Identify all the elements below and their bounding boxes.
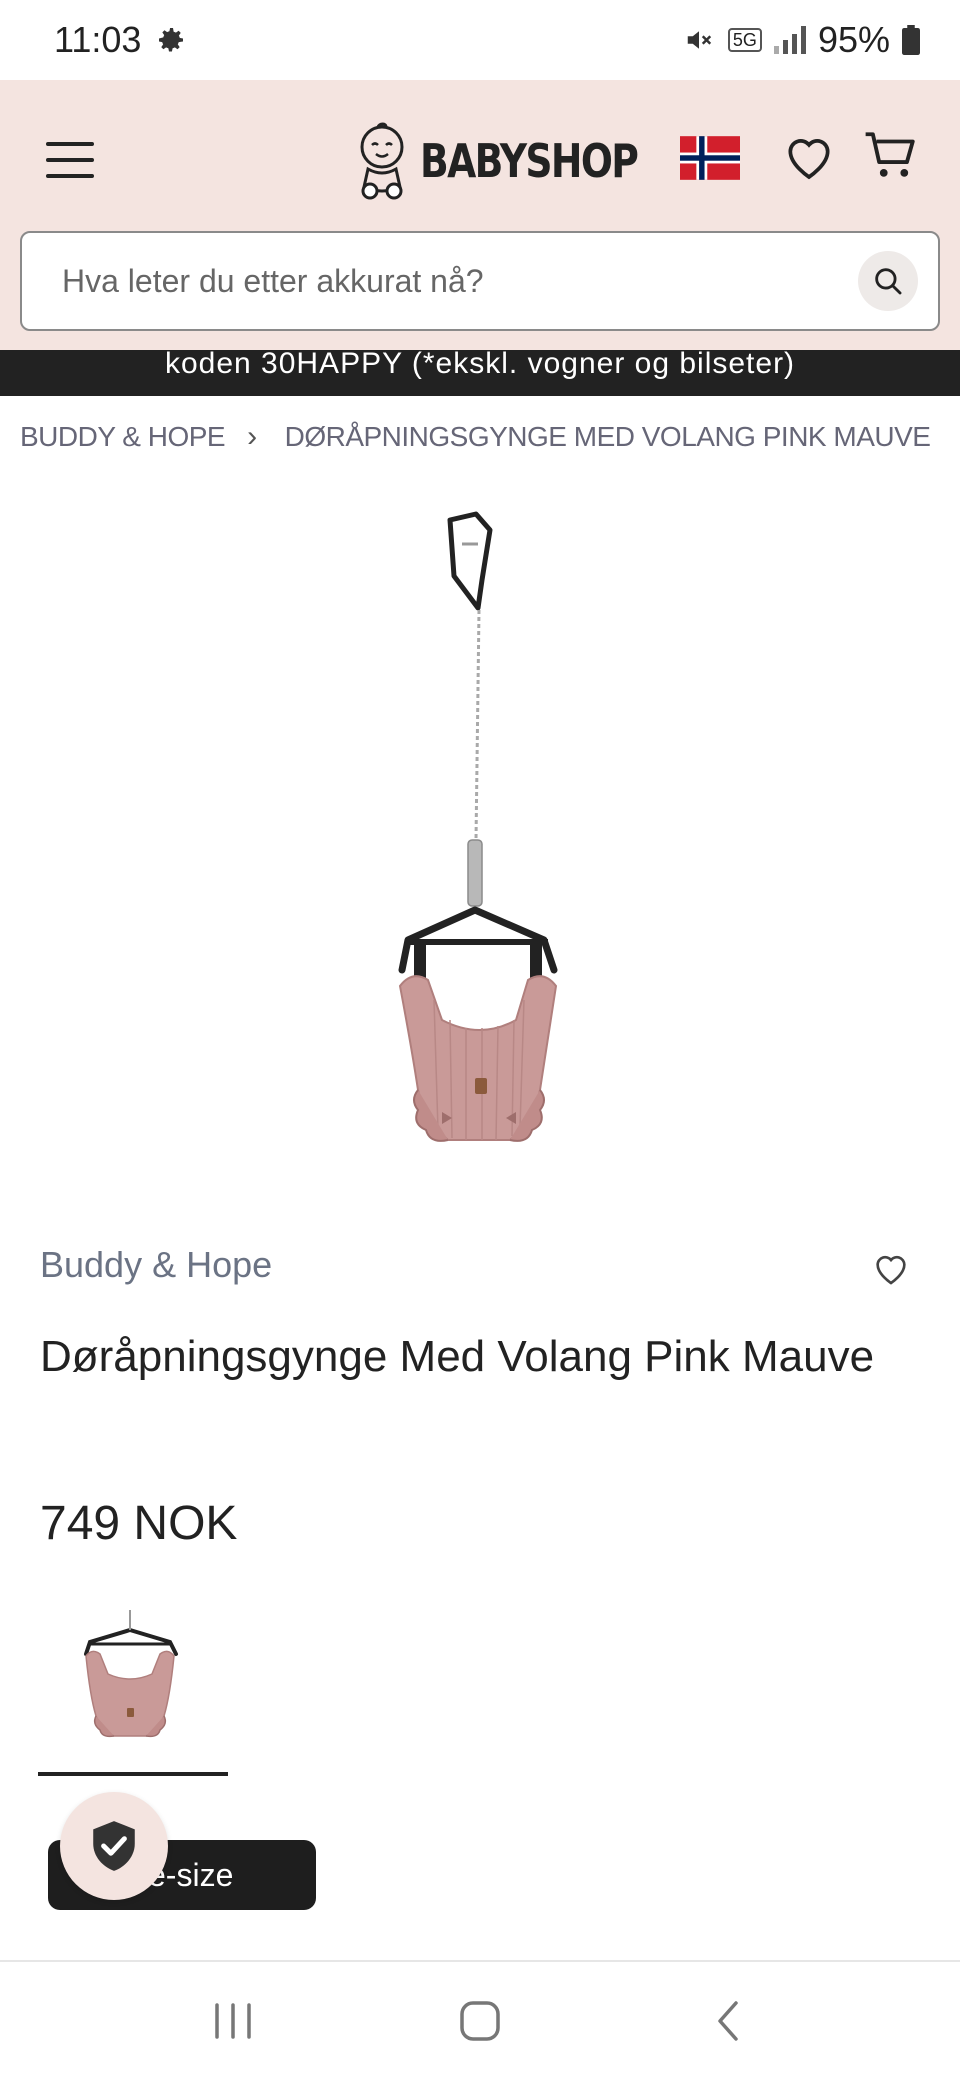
site-header: BABYSHOP Hva leter du etter akkurat nå? (0, 80, 960, 350)
logo-text: BABYSHOP (420, 134, 639, 188)
battery-icon (902, 25, 920, 55)
breadcrumb-item-product[interactable]: DØRÅPNINGSGYNGE MED VOLANG PINK MAUVE (285, 421, 931, 453)
search-input[interactable]: Hva leter du etter akkurat nå? (62, 263, 858, 300)
thumbnail-selected-indicator (38, 1772, 228, 1776)
product-thumbnail[interactable] (60, 1600, 200, 1750)
chevron-right-icon: › (247, 420, 257, 453)
home-icon[interactable] (450, 1991, 510, 2051)
babyshop-logo[interactable]: BABYSHOP (352, 118, 685, 204)
search-icon (875, 268, 902, 295)
search-bar[interactable]: Hva leter du etter akkurat nå? (20, 231, 940, 331)
shield-check-icon (93, 1821, 135, 1871)
status-bar: 11:03 5G 95% (0, 0, 960, 80)
network-badge: 5G (727, 28, 762, 52)
signal-icon (773, 26, 806, 54)
privacy-shield-button[interactable] (60, 1792, 168, 1900)
product-image[interactable] (330, 500, 630, 1180)
promo-text: koden 30HAPPY (*ekskl. vogner og bilsete… (164, 350, 796, 380)
baby-logo-icon (360, 122, 404, 200)
norway-flag-icon[interactable] (680, 136, 740, 180)
settings-icon (159, 28, 184, 52)
system-nav-bar (0, 1962, 960, 2080)
mute-icon (687, 31, 712, 49)
product-title: Døråpningsgynge Med Volang Pink Mauve (40, 1332, 875, 1381)
heart-icon[interactable] (870, 1248, 912, 1288)
breadcrumb-item-brand[interactable]: BUDDY & HOPE (20, 421, 226, 453)
breadcrumb: BUDDY & HOPE › DØRÅPNINGSGYNGE MED VOLAN… (20, 414, 950, 460)
battery-percent: 95% (817, 19, 890, 60)
recent-apps-icon[interactable] (203, 1991, 263, 2051)
status-time: 11:03 (54, 19, 142, 60)
product-brand[interactable]: Buddy & Hope (40, 1244, 272, 1286)
search-button[interactable] (858, 251, 918, 311)
cart-icon[interactable] (862, 126, 920, 186)
promo-banner[interactable]: koden 30HAPPY (*ekskl. vogner og bilsete… (0, 350, 960, 396)
product-price: 749 NOK (40, 1497, 238, 1550)
back-icon[interactable] (697, 1991, 757, 2051)
menu-icon[interactable] (46, 142, 94, 178)
heart-icon[interactable] (780, 128, 838, 184)
